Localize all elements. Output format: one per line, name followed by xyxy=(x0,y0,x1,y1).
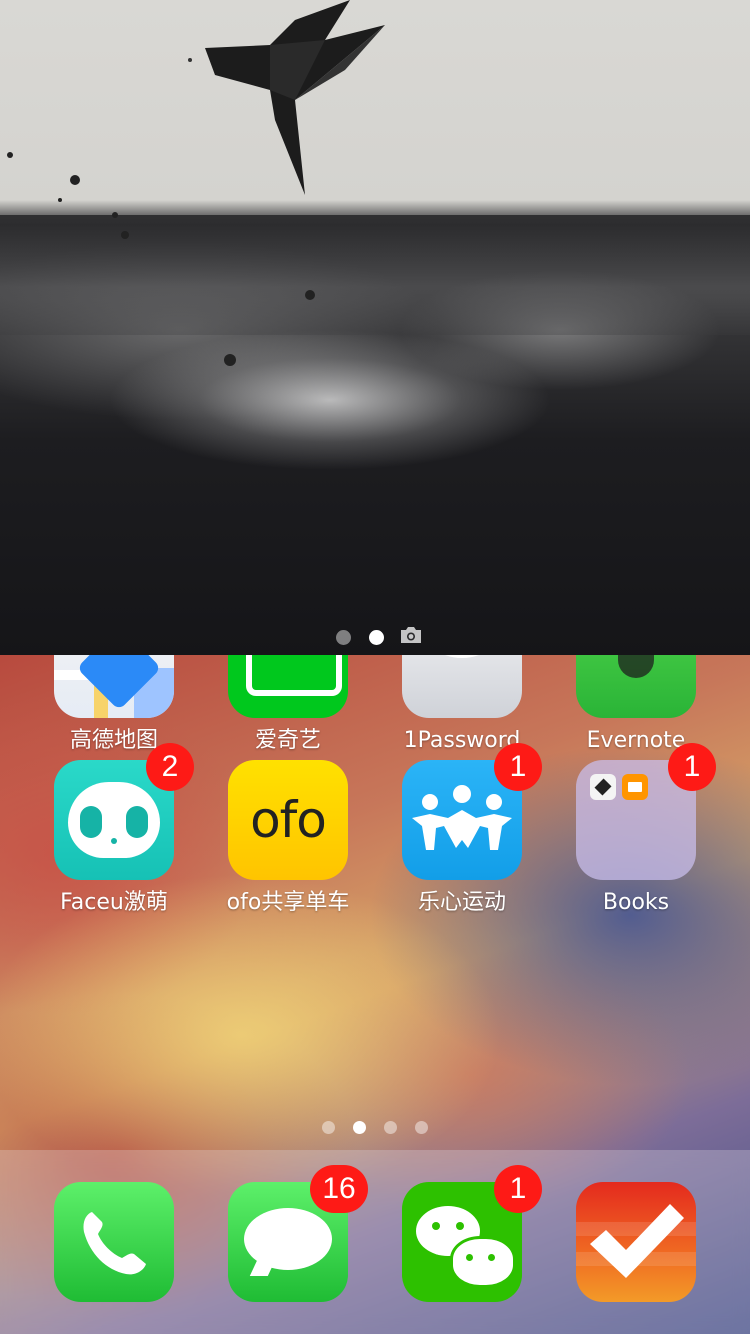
ink-splatter-image xyxy=(7,58,315,366)
notification-badge: 16 xyxy=(310,1165,368,1213)
app-evernote[interactable]: Evernote xyxy=(551,655,721,755)
map-icon xyxy=(54,655,174,718)
home-page-dot xyxy=(415,1121,428,1134)
home-page-dot-active xyxy=(353,1121,366,1134)
dock-app-phone[interactable] xyxy=(29,1182,199,1302)
app-gaode-map[interactable]: 高德地图 xyxy=(29,655,199,755)
lock-page-indicator xyxy=(0,626,750,645)
home-page-dot xyxy=(322,1121,335,1134)
dock-app-todoist[interactable] xyxy=(551,1182,721,1302)
iqiyi-icon xyxy=(228,655,348,718)
notification-badge: 1 xyxy=(668,743,716,791)
home-screen: 高德地图 爱奇艺 1Password Evernote 2 Faceu激萌 of… xyxy=(0,655,750,1334)
notification-badge: 2 xyxy=(146,743,194,791)
notification-badge: 1 xyxy=(494,1165,542,1213)
checkmark-icon xyxy=(576,1182,696,1302)
home-page-dot xyxy=(384,1121,397,1134)
lock-page-dot-active xyxy=(369,629,384,645)
app-label: 乐心运动 xyxy=(417,890,506,915)
home-page-indicator[interactable] xyxy=(0,1119,750,1138)
ofo-icon: ofo xyxy=(228,760,348,880)
phone-icon xyxy=(54,1182,174,1302)
app-label: Books xyxy=(602,890,670,915)
camera-icon[interactable] xyxy=(399,626,423,648)
people-icon: 1 xyxy=(402,743,542,880)
folder-icon: 1 xyxy=(576,743,716,880)
elephant-icon xyxy=(576,655,696,718)
message-bubble-icon: 16 xyxy=(228,1165,368,1302)
lock-screen-overlay[interactable] xyxy=(0,0,750,655)
app-label: ofo共享单车 xyxy=(226,890,350,915)
app-1password[interactable]: 1Password xyxy=(377,655,547,755)
app-label: Faceu激萌 xyxy=(60,890,168,915)
faceu-icon: 2 xyxy=(54,743,194,880)
app-label: 爱奇艺 xyxy=(254,728,321,753)
ofo-logo-text: ofo xyxy=(250,791,327,849)
dock: 16 1 xyxy=(0,1150,750,1334)
keyhole-icon xyxy=(402,655,522,718)
app-lexin[interactable]: 1 乐心运动 xyxy=(377,743,547,917)
app-iqiyi[interactable]: 爱奇艺 xyxy=(203,655,373,755)
lock-page-dot xyxy=(336,629,351,645)
dock-app-wechat[interactable]: 1 xyxy=(377,1165,547,1302)
wechat-icon: 1 xyxy=(402,1165,542,1302)
app-faceu[interactable]: 2 Faceu激萌 xyxy=(29,743,199,917)
folder-books[interactable]: 1 Books xyxy=(551,743,721,917)
app-ofo[interactable]: ofo ofo共享单车 xyxy=(203,760,373,917)
notification-badge: 1 xyxy=(494,743,542,791)
dock-app-messages[interactable]: 16 xyxy=(203,1165,373,1302)
